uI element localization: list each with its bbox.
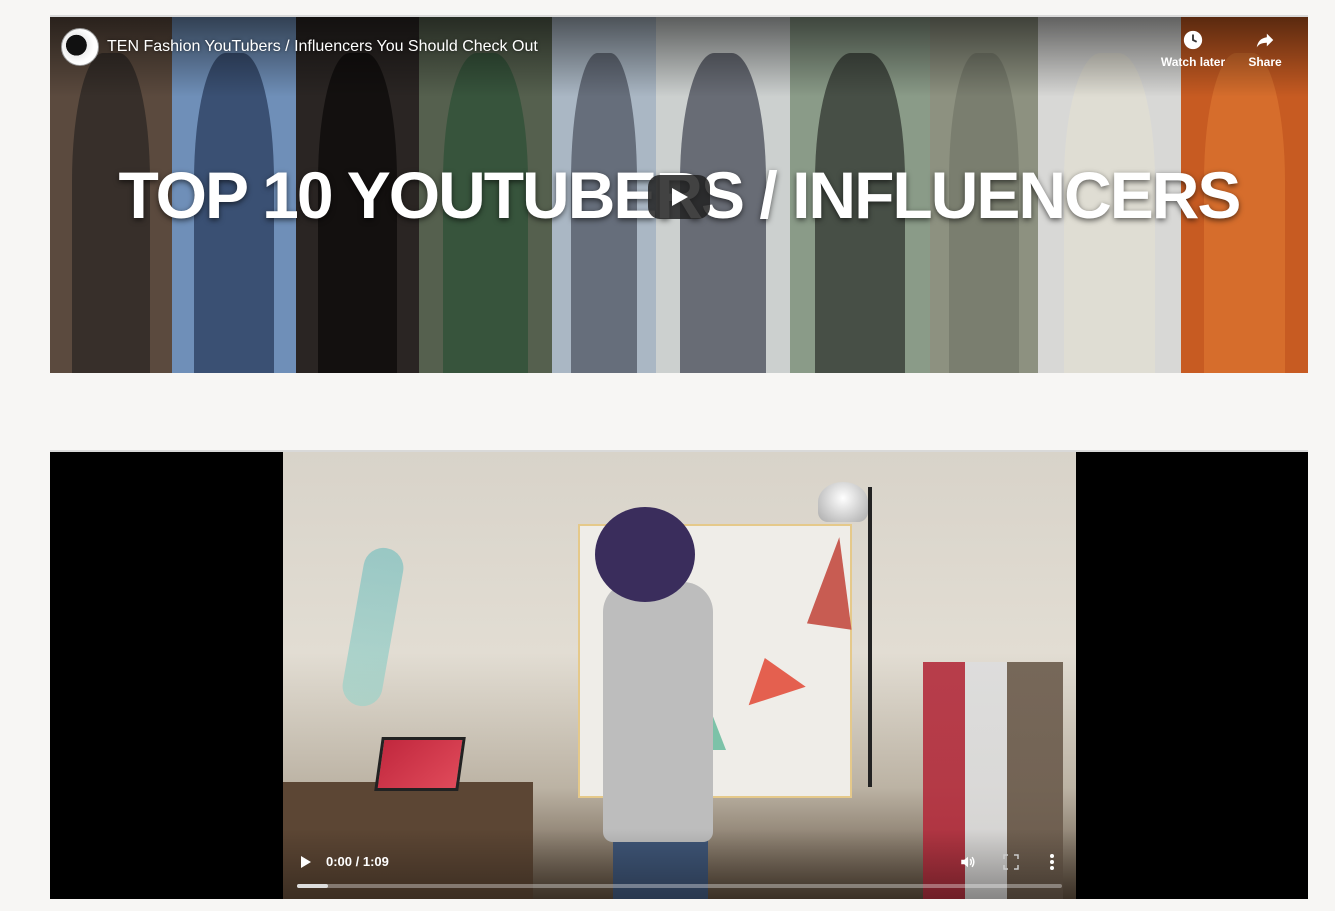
- watch-later-label: Watch later: [1160, 55, 1226, 69]
- time-display: 0:00 / 1:09: [326, 854, 389, 869]
- painter-head: [595, 507, 695, 602]
- laptop: [374, 737, 466, 791]
- seek-bar[interactable]: [297, 884, 1062, 888]
- painter-body: [603, 582, 713, 842]
- volume-icon[interactable]: [959, 853, 977, 871]
- title-shade: [50, 17, 1308, 97]
- share-arrow-icon: [1256, 33, 1274, 48]
- play-icon[interactable]: [301, 856, 311, 868]
- fullscreen-icon[interactable]: [1003, 854, 1019, 870]
- lamp-stand: [868, 487, 872, 787]
- video-title[interactable]: TEN Fashion YouTubers / Influencers You …: [107, 38, 538, 56]
- share-label: Share: [1248, 55, 1282, 69]
- paint-splash: [339, 544, 407, 710]
- clock-icon: [1183, 30, 1203, 50]
- youtube-embed[interactable]: TEN Fashion YouTubers / Influencers You …: [50, 15, 1308, 373]
- buffered-progress: [297, 884, 328, 888]
- channel-avatar[interactable]: [61, 28, 99, 66]
- video-player[interactable]: 0:00 / 1:09: [50, 450, 1308, 899]
- share-button[interactable]: Share: [1230, 29, 1300, 69]
- play-button[interactable]: [648, 175, 710, 219]
- more-options-icon[interactable]: [1049, 853, 1055, 871]
- lamp-head: [818, 482, 868, 522]
- watch-later-button[interactable]: Watch later: [1158, 29, 1228, 69]
- video-controls: 0:00 / 1:09: [283, 829, 1076, 899]
